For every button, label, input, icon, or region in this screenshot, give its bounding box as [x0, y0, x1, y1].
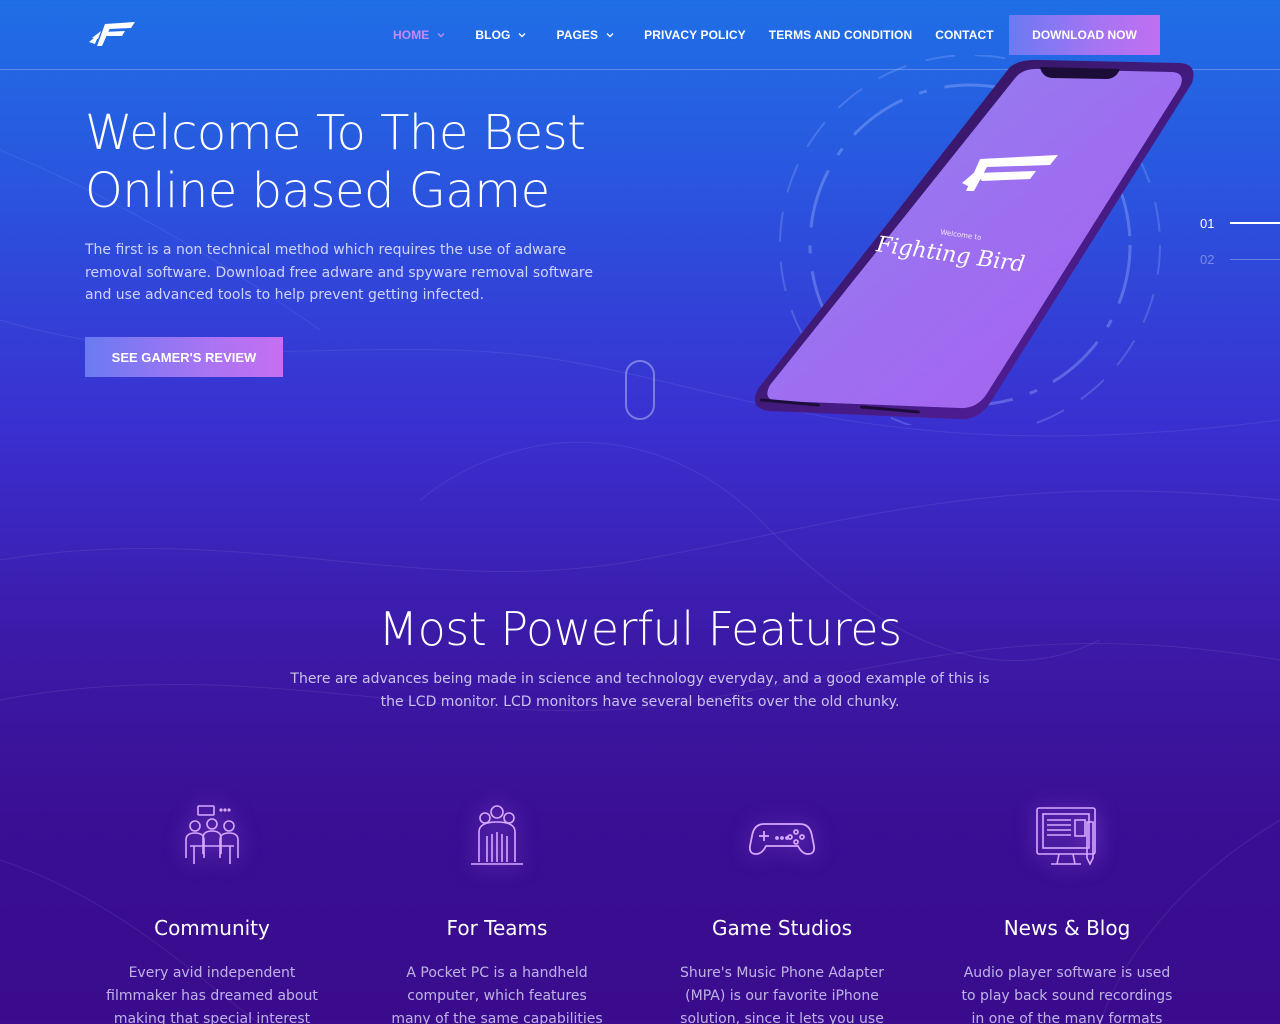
feature-news-blog: News & Blog Audio player software is use…: [947, 798, 1187, 1024]
nav-pages-label: PAGES: [556, 28, 599, 42]
feature-news-blog-title: News & Blog: [1003, 916, 1131, 940]
feature-teams: For Teams A Pocket PC is a handheld comp…: [377, 798, 617, 1024]
nav-privacy-policy-label: PRIVACY POLICY: [644, 28, 746, 42]
download-now-button[interactable]: DOWNLOAD NOW: [1009, 15, 1160, 55]
features-description: There are advances being made in science…: [290, 671, 990, 710]
see-gamers-review-label: SEE GAMER'S REVIEW: [111, 349, 257, 365]
nav-home-label: HOME: [393, 28, 430, 42]
hero-title: Welcome To The Best Online based Game: [85, 104, 645, 220]
feature-community-text: Every avid independent filmmaker has dre…: [106, 965, 318, 1024]
feature-game-studios: Game Studios Shure's Music Phone Adapter…: [662, 798, 902, 1024]
nav-contact-label: CONTACT: [935, 28, 994, 42]
nav-blog[interactable]: BLOG: [475, 28, 526, 42]
nav-terms[interactable]: TERMS AND CONDITION: [769, 28, 912, 42]
hero-title-line2: Online based Game: [85, 163, 550, 219]
chevron-down-icon: [437, 33, 445, 38]
slide-02-bar: [1230, 258, 1280, 260]
feature-teams-text: A Pocket PC is a handheld computer, whic…: [391, 965, 603, 1024]
news-icon: [1036, 807, 1096, 866]
nav-terms-label: TERMS AND CONDITION: [768, 28, 913, 42]
main-nav: HOME BLOG PAGES PRIVACY POLICY TERMS AND…: [393, 26, 994, 44]
feature-news-blog-text: Audio player software is used to play ba…: [961, 965, 1173, 1024]
feature-game-studios-title: Game Studios: [711, 916, 853, 940]
gamepad-icon: [748, 823, 816, 855]
teams-icon: [471, 805, 523, 865]
see-gamers-review-button[interactable]: SEE GAMER'S REVIEW: [85, 337, 283, 377]
slide-02[interactable]: 02: [1200, 241, 1280, 277]
logo-icon[interactable]: [89, 20, 135, 48]
hero-title-line1: Welcome To The Best: [85, 105, 586, 161]
feature-game-studios-text: Shure's Music Phone Adapter (MPA) is our…: [680, 965, 884, 1024]
chevron-down-icon: [519, 33, 526, 38]
features-title: Most Powerful Features: [378, 602, 902, 656]
nav-blog-label: BLOG: [475, 28, 511, 42]
nav-pages[interactable]: PAGES: [556, 28, 614, 42]
phone-mockup-image: Welcome to Fighting Bird: [754, 55, 1194, 425]
slide-01[interactable]: 01: [1200, 205, 1280, 241]
hero-description: The first is a non technical method whic…: [85, 242, 593, 303]
download-now-label: DOWNLOAD NOW: [1032, 28, 1137, 42]
nav-privacy-policy[interactable]: PRIVACY POLICY: [644, 28, 746, 42]
slide-02-label: 02: [1200, 251, 1215, 267]
nav-home[interactable]: HOME: [393, 28, 445, 42]
community-icon: [185, 805, 239, 864]
slide-01-label: 01: [1200, 215, 1215, 231]
feature-teams-title: For Teams: [446, 916, 548, 940]
scroll-indicator[interactable]: [625, 360, 655, 420]
chevron-down-icon: [606, 33, 614, 38]
nav-contact[interactable]: CONTACT: [935, 28, 993, 42]
slide-01-bar: [1230, 222, 1280, 224]
slide-pagination: 01 02: [1200, 205, 1280, 277]
feature-community: Community Every avid independent filmmak…: [92, 798, 332, 1024]
feature-community-title: Community: [154, 916, 270, 940]
